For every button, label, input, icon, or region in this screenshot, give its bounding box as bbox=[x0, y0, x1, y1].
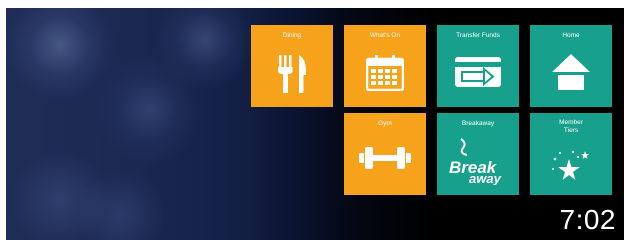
calendar-icon bbox=[366, 55, 404, 91]
tile-home-label: Home bbox=[562, 32, 580, 39]
tile-transfer-funds[interactable]: Transfer Funds bbox=[437, 25, 519, 107]
tile-member-tiers[interactable]: Member Tiers bbox=[530, 113, 612, 195]
tile-dining-label: Dining bbox=[282, 32, 302, 39]
tile-breakaway-label: Breakaway bbox=[461, 120, 495, 127]
clock-time: 7:02 bbox=[559, 204, 616, 235]
tile-breakaway[interactable]: Breakaway Break away bbox=[437, 113, 519, 195]
house-icon bbox=[552, 54, 590, 90]
fork-knife-icon bbox=[278, 55, 306, 93]
tile-home[interactable]: Home bbox=[530, 25, 612, 107]
stars-icon bbox=[552, 150, 589, 180]
dumbbell-icon bbox=[359, 147, 411, 169]
tile-gym[interactable]: Gym bbox=[344, 113, 426, 195]
tile-whats-on[interactable]: What's On bbox=[344, 25, 426, 107]
breakaway-logo: Break away bbox=[449, 138, 502, 185]
card-transfer-icon bbox=[455, 57, 501, 87]
tile-transfer-funds-label: Transfer Funds bbox=[456, 32, 500, 39]
tile-dining[interactable]: Dining bbox=[251, 25, 333, 107]
tile-gym-label: Gym bbox=[378, 120, 392, 127]
left-border bbox=[0, 0, 6, 240]
svg-text:away: away bbox=[469, 171, 502, 185]
tile-member-tiers-label: Member Tiers bbox=[559, 119, 583, 134]
top-border bbox=[0, 0, 624, 8]
tile-whats-on-label: What's On bbox=[369, 32, 401, 39]
